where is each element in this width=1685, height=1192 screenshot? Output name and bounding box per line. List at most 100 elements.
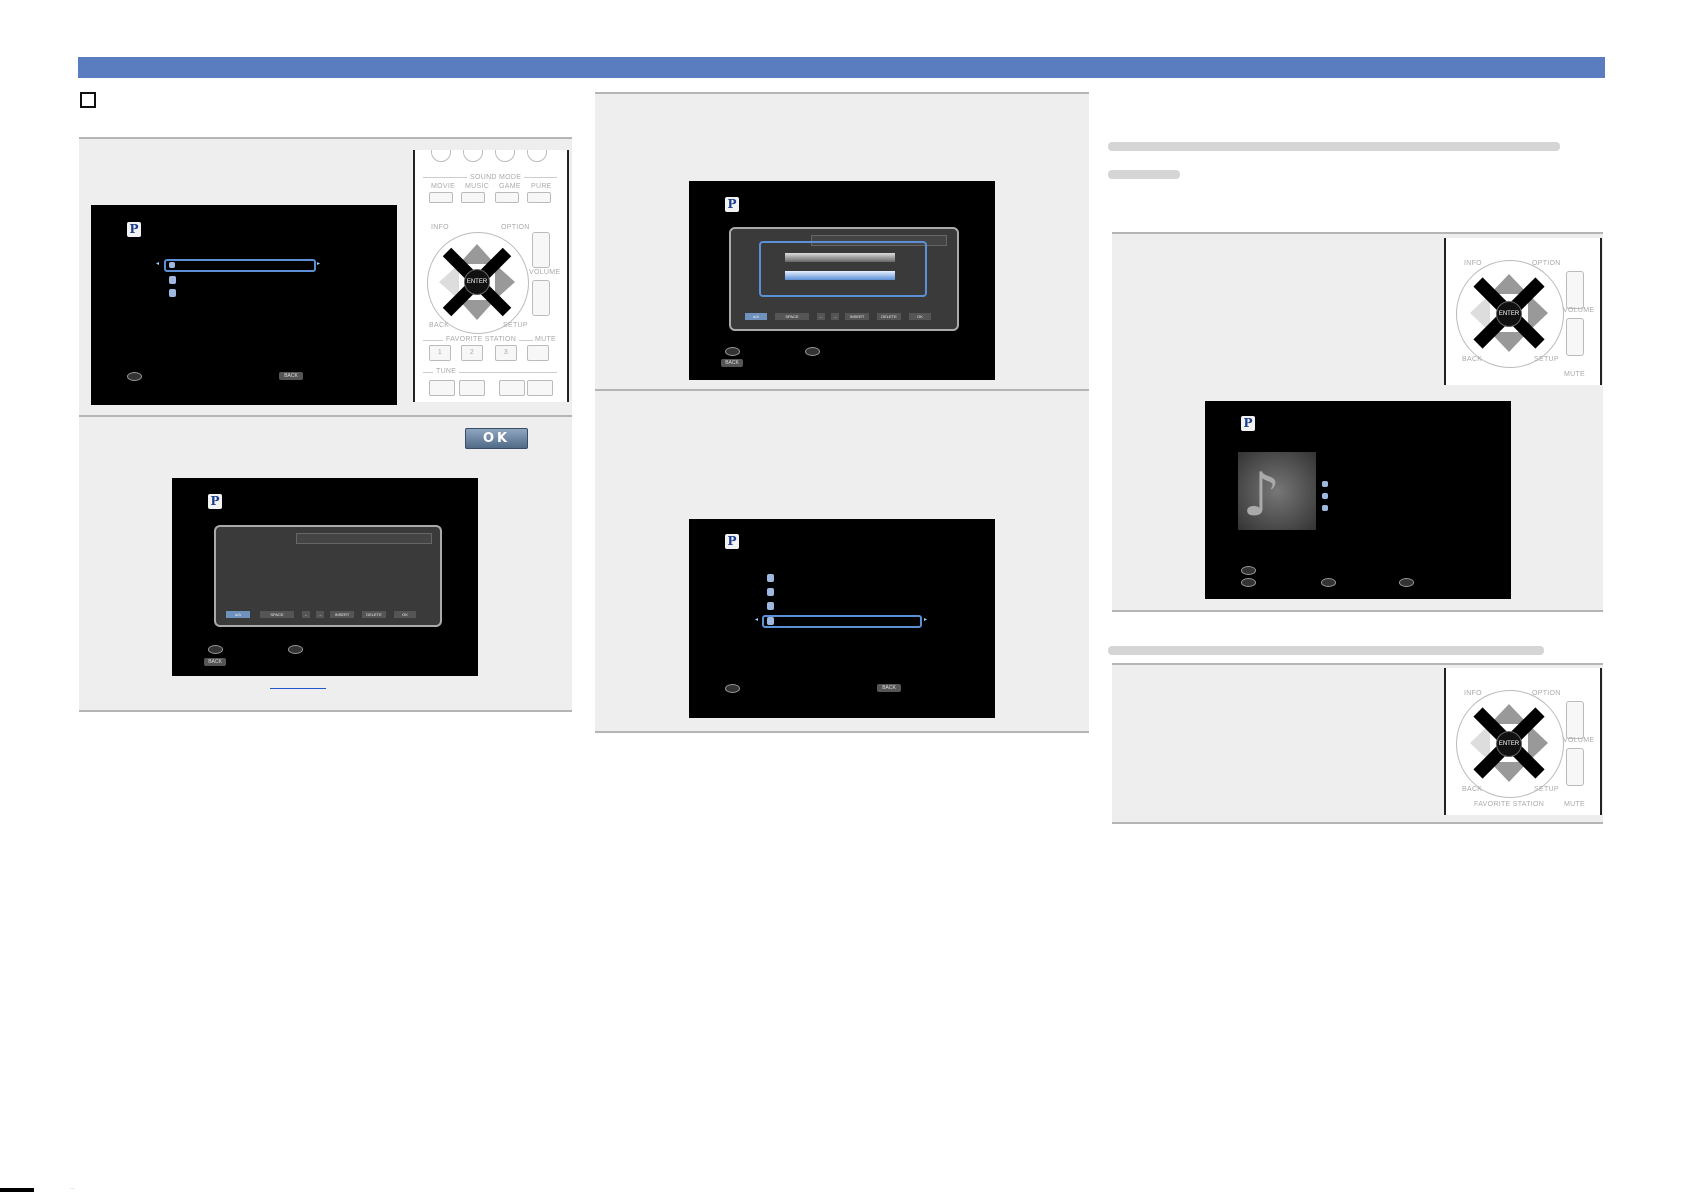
heading-bar (1108, 142, 1560, 151)
number-3-button[interactable]: 3 (495, 345, 517, 361)
ok-button[interactable]: OK (465, 428, 528, 449)
cursor-button-icon (1241, 566, 1256, 575)
album-icon (1322, 505, 1328, 511)
game-button[interactable] (495, 192, 519, 203)
favorite-station-label: FAVORITE STATION (1474, 801, 1545, 808)
remote-illustration-3: INFO OPTION ENTER VOLUME BACK SETUP FAVO… (1444, 668, 1602, 815)
heading-bar (1108, 170, 1180, 179)
pure-label: PURE (531, 183, 552, 190)
game-label: GAME (499, 183, 521, 190)
mute-label: MUTE (1564, 801, 1586, 808)
key-insert[interactable]: INSERT (330, 611, 354, 618)
album-art-image: ♪ (1238, 452, 1316, 530)
remote-illustration-2: INFO OPTION ENTER VOLUME BACK SETUP MUTE (1444, 238, 1602, 385)
list-item-icon (169, 262, 175, 268)
key-case[interactable]: a/A (745, 313, 767, 320)
back-key: BACK (204, 658, 226, 666)
option-bar[interactable] (785, 253, 895, 262)
pandora-logo-icon: P (1241, 416, 1255, 431)
text-input-field[interactable] (296, 533, 432, 544)
station-icon (169, 289, 176, 297)
key-space[interactable]: SPACE (775, 313, 809, 320)
screen-1: P ◂ ▸ BACK (91, 205, 397, 405)
key-ok[interactable]: OK (909, 313, 931, 320)
footer-mark (0, 1188, 34, 1192)
remote-round-button (495, 150, 515, 162)
music-note-icon: ♪ (1242, 460, 1281, 530)
key-delete[interactable]: DELETE (877, 313, 901, 320)
volume-up-button[interactable] (1566, 701, 1584, 739)
remote-illustration-1: SOUND MODE MOVIE MUSIC GAME PURE INFO OP… (413, 150, 569, 402)
cursor-button-icon (208, 645, 223, 654)
number-1-button[interactable]: 1 (429, 345, 451, 361)
number-2-button[interactable]: 2 (461, 345, 483, 361)
volume-down-button[interactable] (1566, 318, 1584, 356)
back-key: BACK (721, 359, 743, 367)
setup-label: SETUP (503, 322, 528, 329)
key-space[interactable]: SPACE (260, 611, 294, 618)
volume-down-button[interactable] (1566, 748, 1584, 786)
cursor-button-icon (725, 684, 740, 693)
key-insert[interactable]: INSERT (845, 313, 869, 320)
key-right[interactable]: → (831, 313, 839, 320)
key-delete[interactable]: DELETE (362, 611, 386, 618)
left-arrow-icon: ◂ (156, 261, 160, 267)
selected-list-item[interactable] (164, 259, 316, 272)
right-arrow-icon: ▸ (924, 617, 928, 623)
back-key: BACK (877, 684, 901, 692)
setup-label: SETUP (1534, 786, 1559, 793)
screen-4: P ◂ ▸ BACK (689, 519, 995, 718)
mute-label: MUTE (533, 336, 559, 343)
option-bar-selected[interactable] (785, 271, 895, 280)
artist-icon (1322, 493, 1328, 499)
setup-label: SETUP (1534, 356, 1559, 363)
page-link[interactable] (270, 688, 326, 689)
remote-round-button (463, 150, 483, 162)
pause-button[interactable] (527, 380, 553, 396)
option-label: OPTION (501, 224, 530, 231)
cursor-button-icon (1321, 578, 1336, 587)
enter-button-icon (288, 645, 303, 654)
info-label: INFO (1464, 690, 1482, 697)
screen-3: P a/A SPACE ← → INSERT DELETE OK BACK (689, 181, 995, 380)
key-left[interactable]: ← (302, 611, 310, 618)
left-arrow-icon: ◂ (755, 617, 759, 623)
list-item-icon (767, 574, 774, 582)
enter-button[interactable]: ENTER (1496, 301, 1522, 327)
pandora-logo-icon: P (725, 534, 739, 549)
music-button[interactable] (461, 192, 485, 203)
pandora-logo-icon: P (208, 494, 222, 509)
info-label: INFO (431, 224, 449, 231)
screen-2: P a/A SPACE ← → INSERT DELETE OK BACK (172, 478, 478, 676)
movie-button[interactable] (429, 192, 453, 203)
movie-label: MOVIE (431, 183, 456, 190)
selection-box (759, 241, 927, 297)
enter-button[interactable]: ENTER (1496, 731, 1522, 757)
station-icon (169, 276, 176, 284)
mute-button[interactable] (527, 345, 549, 361)
volume-up-button[interactable] (1566, 271, 1584, 309)
info-label: INFO (1464, 260, 1482, 267)
key-case[interactable]: a/A (226, 611, 250, 618)
cursor-button-icon (725, 347, 740, 356)
volume-up-button[interactable] (532, 232, 550, 268)
back-key: BACK (279, 372, 303, 380)
key-right[interactable]: → (316, 611, 324, 618)
key-ok[interactable]: OK (394, 611, 416, 618)
pure-button[interactable] (527, 192, 551, 203)
sound-mode-label: SOUND MODE (467, 174, 525, 181)
enter-button[interactable]: ENTER (464, 269, 490, 295)
screen-5: P ♪ (1205, 401, 1511, 599)
remote-round-button (431, 150, 451, 162)
play-button[interactable] (499, 380, 525, 396)
back-label: BACK (1462, 786, 1483, 793)
selected-list-item[interactable] (762, 615, 922, 628)
header-bar (78, 57, 1605, 78)
cursor-button-icon (1241, 578, 1256, 587)
cursor-button-icon (1399, 578, 1414, 587)
volume-down-button[interactable] (532, 280, 550, 316)
volume-label: VOLUME (529, 269, 561, 276)
key-left[interactable]: ← (817, 313, 825, 320)
skip-forward-button[interactable] (459, 380, 485, 396)
skip-back-button[interactable] (429, 380, 455, 396)
